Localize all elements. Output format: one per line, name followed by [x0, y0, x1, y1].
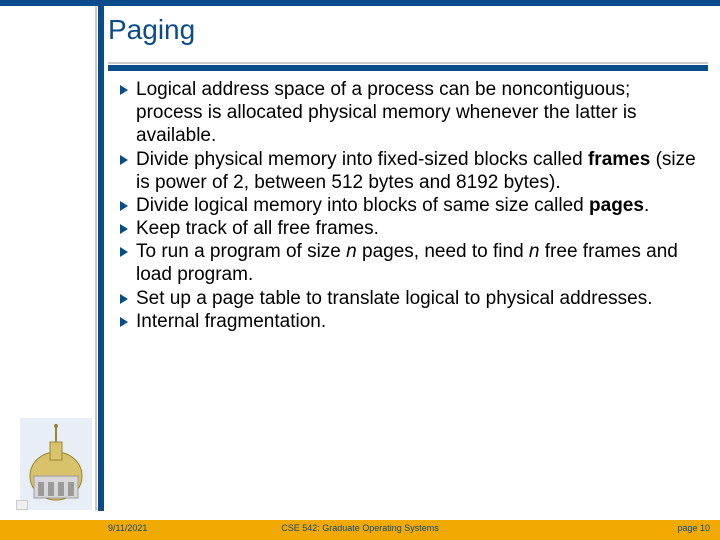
bullet-text: To run a program of size n pages, need t…	[136, 241, 678, 285]
bullet-item: Keep track of all free frames.	[118, 217, 698, 240]
top-border	[0, 0, 720, 6]
footer-page-number: page 10	[677, 523, 710, 533]
header: Paging	[108, 14, 708, 46]
bullet-item: Divide logical memory into blocks of sam…	[118, 194, 698, 217]
bullet-text: Internal fragmentation.	[136, 311, 326, 332]
bullet-item: Logical address space of a process can b…	[118, 78, 698, 148]
page-title: Paging	[108, 14, 708, 46]
bullet-item: To run a program of size n pages, need t…	[118, 240, 698, 286]
corner-square	[16, 500, 28, 510]
footer: 9/11/2021 CSE 542: Graduate Operating Sy…	[0, 520, 720, 540]
bullet-item: Set up a page table to translate logical…	[118, 287, 698, 310]
footer-date: 9/11/2021	[108, 523, 147, 533]
bullet-text: Divide physical memory into fixed-sized …	[136, 149, 696, 193]
left-rail-thin	[95, 6, 97, 511]
bullet-text: Keep track of all free frames.	[136, 218, 379, 239]
capitol-dome-icon	[20, 418, 92, 510]
content: Logical address space of a process can b…	[118, 78, 698, 333]
bullet-list: Logical address space of a process can b…	[118, 78, 698, 333]
bullet-text: Logical address space of a process can b…	[136, 79, 637, 146]
bullet-text: Set up a page table to translate logical…	[136, 288, 653, 309]
left-rail-thick	[98, 6, 104, 511]
bullet-item: Internal fragmentation.	[118, 310, 698, 333]
footer-course: CSE 542: Graduate Operating Systems	[281, 523, 439, 533]
title-rule-thick	[108, 65, 708, 71]
bullet-text: Divide logical memory into blocks of sam…	[136, 195, 649, 216]
title-rule-thin	[108, 62, 708, 64]
bullet-item: Divide physical memory into fixed-sized …	[118, 148, 698, 194]
